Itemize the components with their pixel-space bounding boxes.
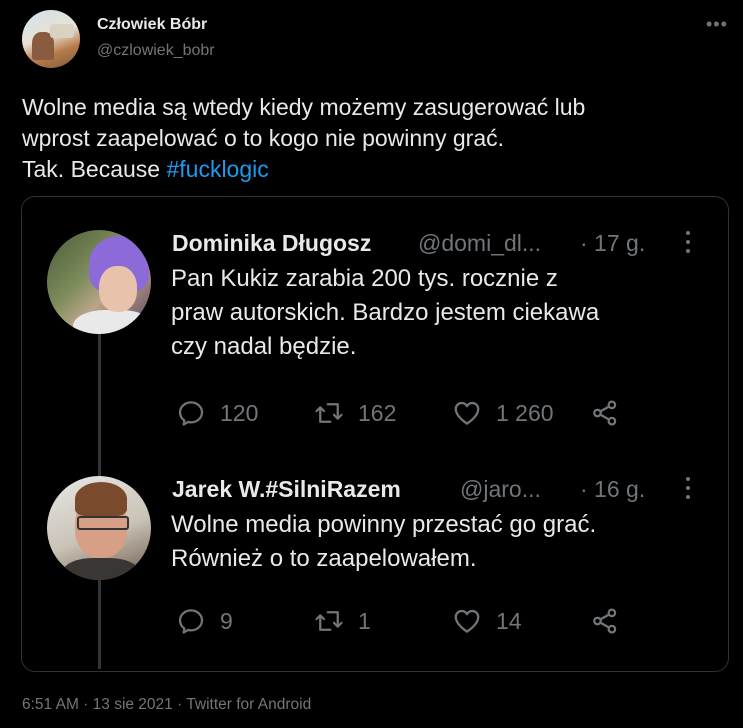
retweet-count: 162: [358, 399, 397, 426]
heart-icon: [454, 401, 480, 425]
like-button[interactable]: 14: [452, 606, 522, 636]
tweet-text-line: Tak. Because #fucklogic: [22, 154, 722, 185]
tweet-text: Wolne media są wtedy kiedy możemy zasuge…: [22, 92, 722, 185]
avatar-vehicle: [50, 24, 74, 38]
like-button[interactable]: 1 260: [452, 398, 554, 428]
quoted-author-name[interactable]: Dominika Długosz: [172, 230, 371, 257]
quoted-timestamp[interactable]: · 17 g.: [580, 230, 645, 257]
reply-icon: [178, 401, 204, 426]
retweet-button[interactable]: 1: [314, 606, 371, 636]
tweet-text-line: Wolne media są wtedy kiedy możemy zasuge…: [22, 94, 586, 120]
tweet-text-segment: Tak. Because: [22, 156, 167, 182]
avatar-face: [99, 266, 137, 312]
quoted-timestamp[interactable]: · 16 g.: [580, 476, 645, 503]
quoted-text-line: Również o to zaapelowałem.: [171, 545, 477, 572]
quoted-avatar-jarek[interactable]: [47, 476, 151, 580]
avatar-glasses: [77, 516, 129, 530]
reply-count: 9: [220, 607, 233, 634]
quoted-author-handle[interactable]: @domi_dl...: [418, 230, 541, 257]
share-icon: [593, 400, 617, 426]
like-count: 1 260: [496, 399, 554, 426]
author-handle[interactable]: @czlowiek_bobr: [97, 42, 215, 60]
retweet-button[interactable]: 162: [314, 398, 396, 428]
more-horizontal-icon[interactable]: •••: [706, 14, 728, 35]
tweet-metadata-footer: 6:51 AM · 13 sie 2021 · Twitter for Andr…: [22, 696, 312, 713]
author-name[interactable]: Człowiek Bóbr: [97, 16, 207, 34]
quoted-tweet-text: Wolne media powinny przestać go grać. Ró…: [171, 508, 596, 576]
tweet-text-line: wprost zaapelować o to kogo nie powinny …: [22, 125, 505, 151]
heart-icon: [454, 609, 480, 633]
share-icon: [593, 608, 617, 634]
quoted-avatar-dominika[interactable]: [47, 230, 151, 334]
quoted-author-name[interactable]: Jarek W.#SilniRazem: [172, 476, 401, 503]
avatar-shirt: [73, 310, 151, 334]
quoted-text-line: praw autorskich. Bardzo jestem ciekawa: [171, 299, 600, 326]
avatar-hair: [75, 482, 127, 516]
quoted-text-line: Wolne media powinny przestać go grać.: [171, 511, 597, 538]
quoted-text-line: czy nadal będzie.: [171, 333, 357, 360]
reply-icon: [178, 609, 204, 634]
more-vertical-icon[interactable]: [686, 231, 692, 258]
retweet-count: 1: [358, 607, 371, 634]
hashtag-link[interactable]: #fucklogic: [166, 156, 268, 182]
reply-button[interactable]: 120: [176, 398, 258, 428]
more-vertical-icon[interactable]: [686, 477, 692, 504]
reply-count: 120: [220, 399, 259, 426]
avatar-coat: [63, 558, 139, 580]
author-avatar[interactable]: [22, 10, 80, 68]
retweet-icon: [315, 611, 343, 631]
quoted-author-handle[interactable]: @jaro...: [460, 476, 541, 503]
reply-button[interactable]: 9: [176, 606, 233, 636]
quoted-text-line: Pan Kukiz zarabia 200 tys. rocznie z: [171, 265, 558, 292]
share-button[interactable]: [590, 398, 620, 428]
share-button[interactable]: [590, 606, 620, 636]
like-count: 14: [496, 607, 522, 634]
quoted-tweet-text: Pan Kukiz zarabia 200 tys. rocznie z pra…: [171, 262, 599, 364]
retweet-icon: [315, 403, 343, 423]
